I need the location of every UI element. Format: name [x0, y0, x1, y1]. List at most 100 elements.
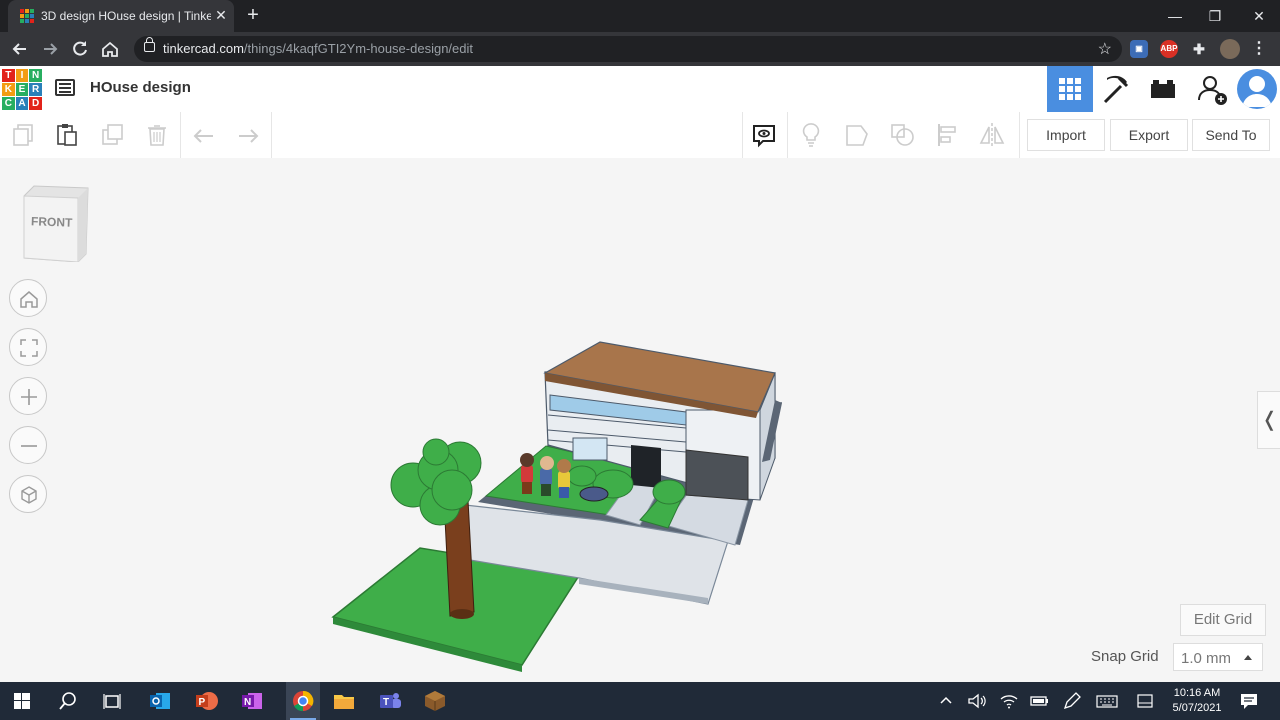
- bookmark-star-icon[interactable]: ☆: [1098, 39, 1112, 59]
- powerpoint-button[interactable]: P: [193, 688, 219, 714]
- toolbar-divider: [742, 112, 743, 158]
- minecraft-icon: [425, 691, 445, 711]
- paste-button[interactable]: [52, 120, 82, 150]
- onenote-icon: N: [242, 693, 262, 709]
- keyboard-icon[interactable]: [1094, 688, 1120, 714]
- url-text: tinkercad.com/things/4kaqfGTI2Ym-house-d…: [163, 41, 473, 56]
- task-view-button[interactable]: [99, 688, 125, 714]
- shield-icon[interactable]: ▣: [1130, 40, 1148, 58]
- invite-user-button[interactable]: [1189, 66, 1235, 112]
- align-button[interactable]: [933, 120, 963, 150]
- battery-icon[interactable]: [1028, 688, 1050, 714]
- undo-button[interactable]: [189, 120, 219, 150]
- redo-icon: [239, 129, 259, 143]
- back-icon[interactable]: [10, 39, 30, 59]
- volume-icon[interactable]: [966, 688, 988, 714]
- home-view-button[interactable]: [9, 279, 47, 317]
- notes-button[interactable]: [749, 120, 779, 150]
- reload-icon[interactable]: [70, 39, 90, 59]
- start-button[interactable]: [9, 688, 35, 714]
- outlook-icon: [150, 693, 170, 709]
- file-explorer-button[interactable]: [331, 688, 357, 714]
- import-button[interactable]: Import: [1027, 119, 1105, 151]
- ungroup-icon: [891, 124, 914, 146]
- bricks-icon: [1151, 80, 1175, 98]
- puzzle-icon[interactable]: ✚: [1190, 40, 1208, 58]
- zoom-out-button[interactable]: [9, 426, 47, 464]
- grid-view-button[interactable]: [1047, 66, 1093, 112]
- design-list-icon[interactable]: [55, 79, 75, 96]
- light-bulb-icon: [802, 123, 820, 147]
- bush: [652, 479, 686, 505]
- design-title[interactable]: HOuse design: [90, 79, 191, 96]
- teams-icon: T: [380, 693, 401, 708]
- copy-button[interactable]: [8, 120, 38, 150]
- tab-close-icon[interactable]: ✕: [212, 6, 230, 24]
- home-icon[interactable]: [100, 39, 120, 59]
- snap-grid-select[interactable]: 1.0 mm: [1173, 643, 1263, 671]
- edit-grid-button[interactable]: Edit Grid: [1180, 604, 1266, 636]
- tinkercad-logo[interactable]: T I N K E R C A D: [2, 69, 42, 110]
- zoom-in-button[interactable]: [9, 377, 47, 415]
- teams-button[interactable]: T: [377, 688, 403, 714]
- onenote-button[interactable]: N: [239, 688, 265, 714]
- 3d-scene[interactable]: [0, 158, 1280, 682]
- shape-group-icon: [846, 125, 868, 146]
- perspective-button[interactable]: [9, 475, 47, 513]
- toolbar-divider: [180, 112, 181, 158]
- redo-button[interactable]: [233, 120, 263, 150]
- window-close-button[interactable]: ✕: [1247, 6, 1271, 26]
- bricks-button[interactable]: [1139, 66, 1185, 112]
- send-to-button[interactable]: Send To: [1192, 119, 1270, 151]
- clock-date: 5/07/2021: [1172, 702, 1222, 714]
- browser-tab[interactable]: 3D design HOuse design | Tinker ✕: [8, 0, 234, 32]
- tablet-icon[interactable]: [1134, 688, 1156, 714]
- shapes-panel-toggle[interactable]: ❬: [1257, 391, 1280, 449]
- restore-button[interactable]: ❐: [1203, 6, 1227, 26]
- address-bar[interactable]: tinkercad.com/things/4kaqfGTI2Ym-house-d…: [134, 36, 1122, 62]
- ungroup-button[interactable]: [888, 120, 918, 150]
- export-button[interactable]: Export: [1110, 119, 1188, 151]
- people-figures[interactable]: [520, 453, 571, 498]
- logo-letter: T: [2, 69, 15, 82]
- profile-icon[interactable]: [1220, 39, 1240, 59]
- notification-icon[interactable]: [1237, 688, 1261, 714]
- snap-grid-value: 1.0 mm: [1181, 650, 1232, 667]
- forward-icon[interactable]: [40, 39, 60, 59]
- workplane[interactable]: FRONT ❬ Edit Grid Snap Grid 1.0 mm: [0, 158, 1280, 682]
- chrome-button[interactable]: [286, 682, 320, 720]
- add-user-icon: [1198, 76, 1227, 105]
- undo-icon: [193, 129, 213, 143]
- copy-icon: [13, 124, 33, 146]
- home-view-icon: [20, 291, 38, 308]
- light-bulb-button[interactable]: [796, 120, 826, 150]
- minecraft-button[interactable]: [422, 688, 448, 714]
- mirror-button[interactable]: [977, 120, 1007, 150]
- minimize-button[interactable]: —: [1163, 6, 1187, 26]
- avatar[interactable]: [1237, 69, 1277, 109]
- perspective-icon: [21, 486, 37, 504]
- bush: [567, 465, 597, 487]
- house-window: [572, 437, 608, 461]
- duplicate-button[interactable]: [98, 120, 128, 150]
- search-button[interactable]: [55, 688, 81, 714]
- delete-button[interactable]: [142, 120, 172, 150]
- front-door: [631, 445, 661, 488]
- abp-icon[interactable]: ABP: [1160, 40, 1178, 58]
- new-tab-button[interactable]: +: [244, 5, 262, 25]
- blocks-button[interactable]: [1093, 66, 1139, 112]
- outlook-button[interactable]: [147, 688, 173, 714]
- zoom-out-icon: [21, 445, 37, 447]
- task-view-icon: [103, 694, 121, 709]
- toolbar-divider: [787, 112, 788, 158]
- small-car: [579, 486, 609, 502]
- view-cube[interactable]: FRONT: [20, 184, 92, 263]
- chevron-up-icon[interactable]: [936, 688, 956, 714]
- wifi-icon[interactable]: [998, 688, 1020, 714]
- group-button[interactable]: [842, 120, 872, 150]
- fit-view-button[interactable]: [9, 328, 47, 366]
- menu-kebab-icon[interactable]: ⋮: [1250, 40, 1268, 58]
- powerpoint-icon: P: [196, 692, 218, 710]
- system-clock[interactable]: 10:16 AM 5/07/2021: [1166, 686, 1228, 716]
- pen-icon[interactable]: [1060, 688, 1082, 714]
